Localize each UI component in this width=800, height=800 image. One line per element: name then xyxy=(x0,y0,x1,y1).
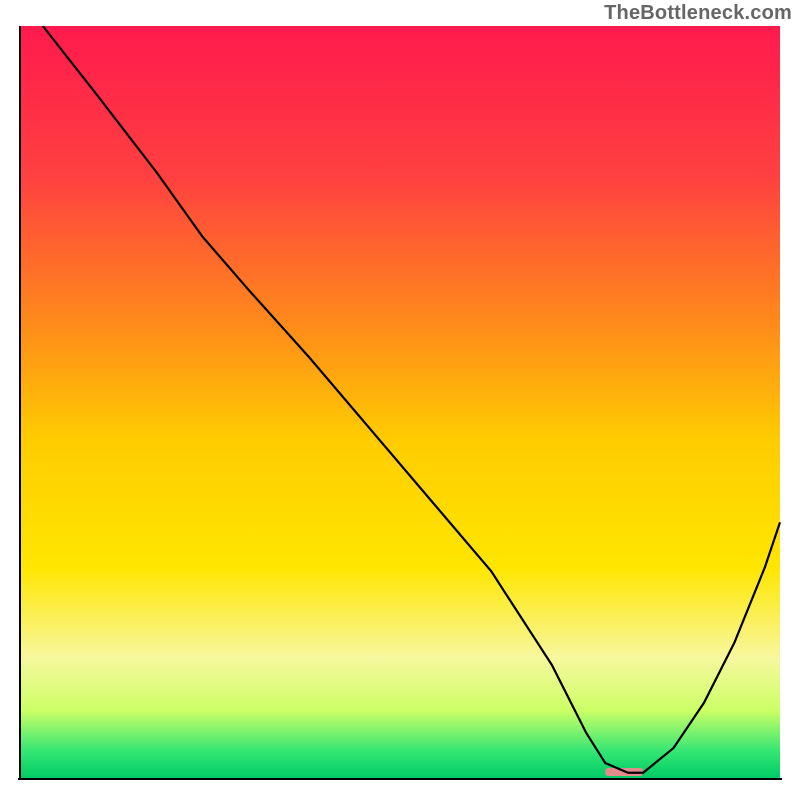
chart-plot-area xyxy=(18,26,782,782)
watermark-text: TheBottleneck.com xyxy=(604,2,792,25)
chart-container: TheBottleneck.com xyxy=(0,0,800,800)
gradient-background xyxy=(20,26,780,778)
chart-svg xyxy=(18,26,782,782)
